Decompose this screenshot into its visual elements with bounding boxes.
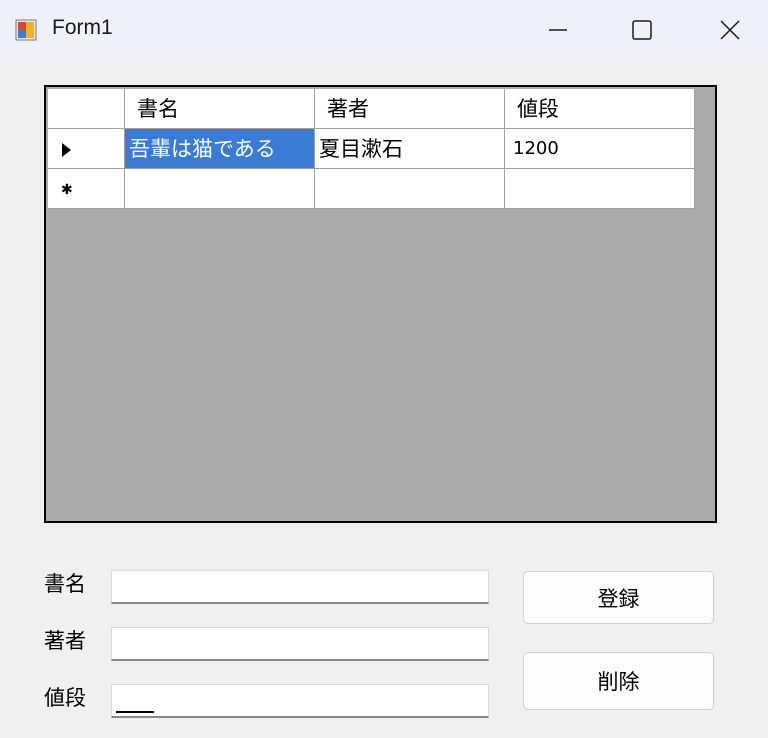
grid-cell-author[interactable]: 夏目漱石 (315, 129, 505, 169)
column-header-author[interactable]: 著者 (315, 89, 505, 129)
grid-cell-price[interactable] (505, 169, 695, 209)
grid-cell-title[interactable] (125, 169, 315, 209)
table-row: 吾輩は猫である 夏目漱石 1200 (48, 129, 695, 169)
author-label: 著者 (44, 629, 86, 653)
author-input[interactable] (111, 627, 489, 661)
column-header-title[interactable]: 書名 (125, 89, 315, 129)
grid-cell-price[interactable]: 1200 (505, 129, 695, 169)
price-input[interactable] (111, 684, 489, 718)
close-icon (720, 20, 740, 40)
maximize-icon (632, 20, 652, 40)
data-grid-view[interactable]: 書名 著者 値段 吾輩は猫である 夏目漱石 1200 ✱ (44, 85, 717, 523)
minimize-button[interactable] (528, 0, 588, 60)
grid-corner-header[interactable] (48, 89, 125, 129)
minimize-icon (549, 29, 567, 31)
grid-cell-author[interactable] (315, 169, 505, 209)
close-button[interactable] (700, 0, 760, 60)
current-row-arrow-icon (62, 143, 71, 157)
price-label: 値段 (44, 686, 86, 710)
new-row-asterisk-icon: ✱ (61, 182, 73, 198)
row-header[interactable] (48, 129, 125, 169)
title-bar[interactable]: Form1 (0, 0, 768, 60)
grid-table: 書名 著者 値段 吾輩は猫である 夏目漱石 1200 ✱ (48, 89, 695, 209)
window-title: Form1 (52, 16, 113, 39)
column-header-price[interactable]: 値段 (505, 89, 695, 129)
title-label: 書名 (44, 572, 86, 596)
title-input[interactable] (111, 570, 489, 604)
new-row-header[interactable]: ✱ (48, 169, 125, 209)
form1-window: Form1 書名 著者 値段 吾輩は猫である 夏目漱石 1200 ✱ 書名 著者… (0, 0, 768, 738)
price-input-caret (116, 711, 154, 713)
table-row-new: ✱ (48, 169, 695, 209)
delete-button[interactable]: 削除 (523, 652, 714, 710)
grid-cell-title[interactable]: 吾輩は猫である (125, 129, 315, 169)
register-button[interactable]: 登録 (523, 571, 714, 624)
app-icon (15, 19, 37, 41)
maximize-button[interactable] (612, 0, 672, 60)
grid-header-row: 書名 著者 値段 (48, 89, 695, 129)
